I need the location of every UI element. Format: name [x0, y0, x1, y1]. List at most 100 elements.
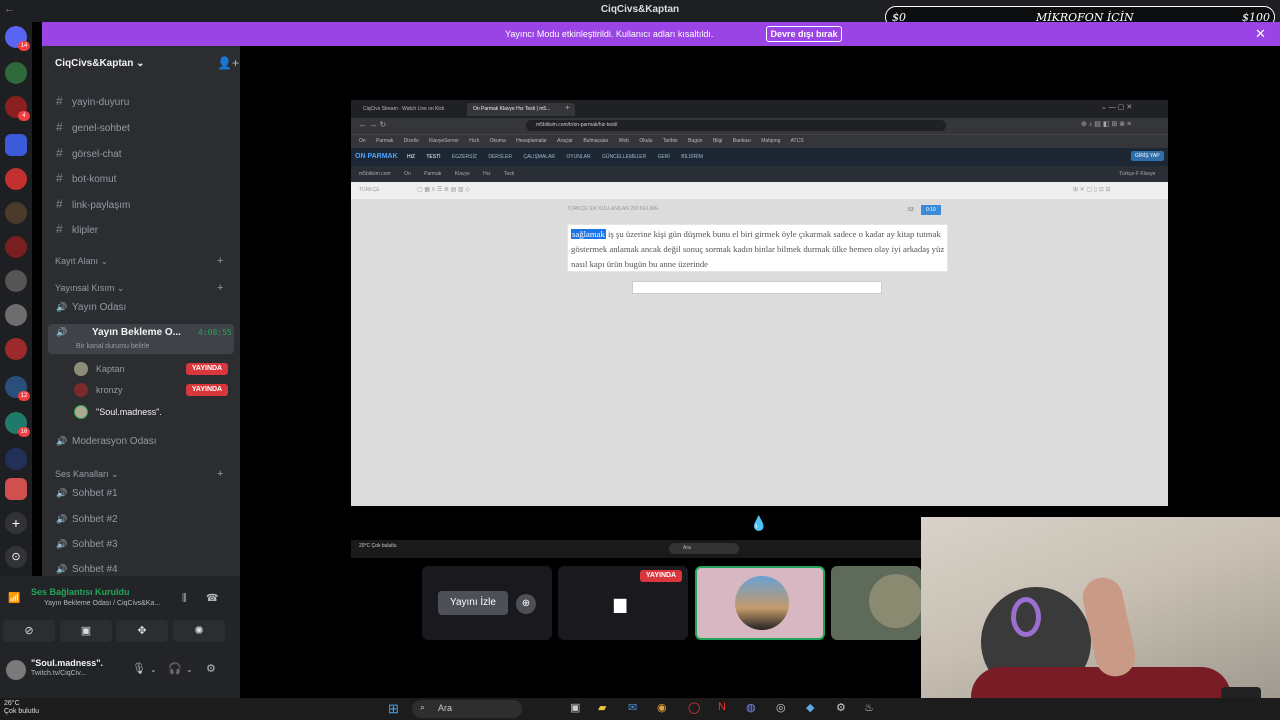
- disable-streamer-mode-button[interactable]: Devre dışı bırak: [766, 26, 842, 42]
- app-icon[interactable]: ◆: [806, 701, 814, 714]
- channel-bot-komut[interactable]: # bot-komut: [56, 171, 116, 189]
- language-select[interactable]: TÜRKÇE: [359, 187, 380, 193]
- server-icon[interactable]: [5, 168, 27, 190]
- voice-user-soul-madness[interactable]: "Soul.madness".: [74, 405, 162, 419]
- channel-yayin-duyuru[interactable]: # yayin-duyuru: [56, 94, 129, 112]
- app-icon[interactable]: ⚙: [836, 701, 846, 714]
- browser-tab[interactable]: CiqCivs Stream - Watch Live on Kick: [357, 103, 465, 116]
- weather-widget[interactable]: 26°C Çok bulutlu: [4, 700, 39, 716]
- url-field[interactable]: m5bilisim.com/tr/on-parmak/hiz-testi/: [526, 120, 946, 131]
- participant-tile-speaking[interactable]: [695, 566, 825, 640]
- server-icon[interactable]: [5, 478, 27, 500]
- server-icon[interactable]: [5, 202, 27, 224]
- server-icon[interactable]: [5, 304, 27, 326]
- typing-input[interactable]: [632, 281, 882, 294]
- site-logo[interactable]: ON PARMAK: [355, 153, 398, 160]
- server-icon[interactable]: [5, 338, 27, 360]
- keyboard-layout-link[interactable]: Türkçe-F Klavye: [1119, 171, 1155, 177]
- speaker-icon: 🔊: [56, 327, 68, 337]
- opera-icon[interactable]: ◯: [688, 701, 700, 714]
- channel-genel-sohbet[interactable]: # genel-sohbet: [56, 120, 130, 138]
- channel-gorsel-chat[interactable]: # görsel-chat: [56, 146, 121, 164]
- channel-link-paylasim[interactable]: # link-paylaşım: [56, 197, 130, 215]
- headphones-icon[interactable]: 🎧: [168, 662, 182, 675]
- server-icon[interactable]: 16: [5, 412, 30, 437]
- avatar[interactable]: [6, 660, 26, 680]
- participant-tile[interactable]: [831, 566, 923, 640]
- popout-icon[interactable]: ⊕: [516, 594, 536, 614]
- server-icon[interactable]: 4: [5, 96, 30, 121]
- voice-channel-yayin-bekleme[interactable]: 🔊 Yayın Bekleme O... 4:08:55 Bir kanal d…: [48, 324, 234, 354]
- screen-share-icon: ▣: [80, 625, 92, 637]
- netflix-icon[interactable]: N: [718, 701, 726, 713]
- server-icon[interactable]: [5, 62, 27, 84]
- participant-tile-live[interactable]: YAYINDA ▆: [558, 566, 688, 640]
- voice-user-kaptan[interactable]: Kaptan: [74, 362, 125, 376]
- obs-icon[interactable]: ◎: [776, 701, 786, 714]
- speaker-icon: 🔊: [56, 436, 68, 446]
- mail-icon[interactable]: ✉: [628, 701, 637, 714]
- webcam-feed: [921, 517, 1280, 720]
- soundboard-button[interactable]: ✺: [173, 620, 225, 642]
- login-button[interactable]: GİRİŞ YAP: [1131, 151, 1164, 161]
- browser-tab-active[interactable]: On Parmak Klavye Hız Testi | m5...: [467, 103, 575, 116]
- voice-channel-sohbet-1[interactable]: 🔊 Sohbet #1: [56, 488, 118, 506]
- category-kayit-alani[interactable]: Kayıt Alanı ⌄: [55, 256, 108, 267]
- voice-user-kronzy[interactable]: kronzy: [74, 383, 123, 397]
- server-icon[interactable]: [5, 270, 27, 292]
- nav-arrows-icon[interactable]: ← → ↻: [359, 120, 386, 129]
- category-ses-kanallari[interactable]: Ses Kanalları ⌄: [55, 469, 119, 480]
- microphone-icon[interactable]: 🎙: [132, 662, 146, 675]
- server-name[interactable]: CiqCivs&Kaptan ⌄: [55, 58, 145, 69]
- noise-suppression-icon[interactable]: ⫼: [182, 593, 187, 604]
- add-server-icon[interactable]: +: [5, 512, 27, 534]
- chevron-down-icon[interactable]: ⌄: [186, 665, 193, 674]
- windows-start-icon[interactable]: ⊞: [388, 701, 399, 717]
- voice-channel-yayin-odasi[interactable]: 🔊 Yayın Odası: [56, 302, 126, 320]
- add-channel-icon[interactable]: +: [217, 468, 223, 480]
- discover-icon[interactable]: ⊙: [5, 546, 27, 568]
- view-icons[interactable]: ⊞ ✕ ▢ ▯ ⊡ ⊟: [1073, 186, 1110, 193]
- chevron-down-icon[interactable]: ⌄: [150, 665, 157, 674]
- file-explorer-icon[interactable]: ▰: [598, 701, 606, 714]
- category-yayinsal-kisim[interactable]: Yayınsal Kısım ⌄: [55, 283, 124, 294]
- voice-channel-sohbet-2[interactable]: 🔊 Sohbet #2: [56, 514, 118, 532]
- home-discord-icon[interactable]: 14: [5, 26, 30, 51]
- camera-off-button[interactable]: ⊘: [3, 620, 55, 642]
- stream-view[interactable]: CiqCivs Stream - Watch Live on Kick On P…: [351, 100, 1168, 558]
- bookmarks[interactable]: On Parmak Dizello KlavyeServer Hızlı Oku…: [359, 138, 804, 144]
- settings-gear-icon[interactable]: ⚙: [206, 662, 216, 675]
- watch-stream-button[interactable]: Yayını İzle: [438, 591, 508, 615]
- extension-icons[interactable]: ⊕ ♪ ▤ ◧ ⊞ ⊗ ≡: [1081, 120, 1131, 128]
- activities-button[interactable]: ✥: [116, 620, 168, 642]
- chrome-icon[interactable]: ◉: [657, 701, 667, 714]
- taskbar-search[interactable]: ⌕ Ara: [412, 700, 522, 718]
- participant-tile[interactable]: Yayını İzle ⊕: [422, 566, 552, 640]
- chevron-down-icon: ⌄: [136, 58, 145, 69]
- voice-channel-sohbet-3[interactable]: 🔊 Sohbet #3: [56, 539, 118, 557]
- steam-icon[interactable]: ♨: [864, 701, 874, 714]
- disconnect-icon[interactable]: ☎: [206, 593, 218, 604]
- close-icon[interactable]: ✕: [1255, 26, 1266, 42]
- connection-status[interactable]: Ses Bağlantısı Kuruldu: [31, 587, 130, 597]
- discord-icon[interactable]: ◍: [746, 701, 756, 714]
- format-icons[interactable]: ▢ ▦ ≡ ☰ ≣ ▤ ▥ ◇: [417, 186, 470, 193]
- channel-status[interactable]: Bir kanal durumu belirle: [76, 343, 150, 350]
- window-controls[interactable]: ⌄ — ▢ ✕: [1101, 103, 1132, 111]
- invite-people-icon[interactable]: 👤+: [217, 56, 239, 70]
- server-icon[interactable]: [5, 448, 27, 470]
- add-channel-icon[interactable]: +: [217, 282, 223, 294]
- hash-icon: #: [56, 94, 63, 108]
- site-menu[interactable]: HIZ TESTİ EGZERSİZ DERSLER ÇALIŞMALAR OY…: [407, 154, 703, 160]
- add-channel-icon[interactable]: +: [217, 255, 223, 267]
- new-tab-icon[interactable]: +: [565, 103, 570, 112]
- server-icon[interactable]: 12: [5, 376, 30, 401]
- word-list-select[interactable]: TÜRKÇE SIK KULLANILAN 200 KELİME: [567, 206, 658, 212]
- server-icon[interactable]: [5, 236, 27, 258]
- server-folder-icon[interactable]: [5, 134, 27, 156]
- screen-share-button[interactable]: ▣: [60, 620, 112, 642]
- task-view-icon[interactable]: ▣: [570, 701, 580, 714]
- channel-klipler[interactable]: # klipler: [56, 222, 98, 240]
- browser-tabbar: CiqCivs Stream - Watch Live on Kick On P…: [351, 100, 1168, 118]
- voice-channel-moderasyon[interactable]: 🔊 Moderasyon Odası: [56, 436, 157, 454]
